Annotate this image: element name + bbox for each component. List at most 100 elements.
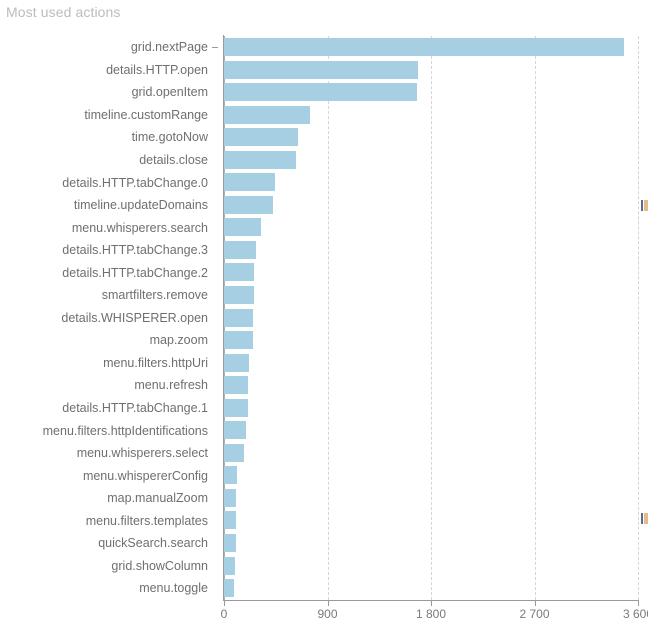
- y-axis-tick-label: menu.toggle: [0, 47, 218, 600]
- category-label: smartfilters.remove: [101, 288, 208, 303]
- x-axis-tick-mark: [327, 600, 329, 606]
- category-label: details.close: [139, 153, 208, 167]
- bar-row[interactable]: [224, 149, 648, 172]
- bar[interactable]: [224, 218, 262, 237]
- bar[interactable]: [224, 511, 236, 530]
- bar-row[interactable]: [224, 577, 648, 600]
- bar-row[interactable]: [224, 216, 648, 239]
- category-label: timeline.updateDomains: [73, 198, 208, 213]
- category-label: quickSearch.search: [98, 536, 208, 551]
- bar[interactable]: [224, 466, 237, 485]
- bar[interactable]: [224, 173, 276, 192]
- y-axis-tick-label: map.manualZoom: [0, 47, 218, 510]
- bar[interactable]: [224, 105, 311, 124]
- bar-row[interactable]: [224, 239, 648, 262]
- y-axis-tick-label: menu.refresh: [0, 47, 218, 397]
- y-axis-tick-label: grid.showColumn: [0, 47, 218, 578]
- category-label: map.manualZoom: [107, 491, 208, 506]
- bar-row[interactable]: [224, 374, 648, 397]
- bar[interactable]: [224, 353, 249, 372]
- y-axis-category-labels: grid.nextPage details.HTTP.open grid.openI…: [0, 36, 218, 600]
- bar-row[interactable]: [224, 352, 648, 375]
- y-axis-tick-label: map.zoom: [0, 47, 218, 352]
- bar-row[interactable]: [224, 59, 648, 82]
- bar-series: [224, 36, 648, 600]
- y-axis-tick-label: menu.whisperers.select: [0, 47, 218, 465]
- y-axis-tick-label: timeline.updateDomains: [0, 47, 218, 217]
- bar-row[interactable]: [224, 464, 648, 487]
- category-label: details.HTTP.tabChange.1: [62, 401, 208, 416]
- y-axis-line: [223, 35, 224, 601]
- edge-marker-bar-warm: [644, 200, 648, 211]
- y-axis-tick-label: menu.filters.templates: [0, 47, 218, 532]
- bar-row[interactable]: [224, 307, 648, 330]
- bar[interactable]: [224, 83, 418, 102]
- y-axis-tick-label: details.HTTP.tabChange.1: [0, 47, 218, 420]
- category-label: grid.showColumn: [111, 558, 208, 573]
- bar-row[interactable]: [224, 261, 648, 284]
- category-label: menu.whisperers.search: [71, 220, 208, 235]
- bar[interactable]: [224, 556, 235, 575]
- category-label: grid.openItem: [131, 85, 208, 100]
- bar-row[interactable]: [224, 126, 648, 149]
- bar-row[interactable]: [224, 104, 648, 127]
- bar[interactable]: [224, 308, 254, 327]
- bar-row[interactable]: [224, 36, 648, 59]
- y-axis-tick-label: menu.whispererConfig: [0, 47, 218, 487]
- bar[interactable]: [224, 331, 253, 350]
- bar-row[interactable]: [224, 397, 648, 420]
- bar[interactable]: [224, 443, 245, 462]
- x-axis-tick-label: 0: [220, 607, 228, 621]
- category-label: menu.filters.httpUri: [103, 355, 208, 370]
- bar-row[interactable]: [224, 194, 648, 217]
- y-axis-tick-label: menu.filters.httpIdentifications: [0, 47, 218, 442]
- y-axis-tick-label: quickSearch.search: [0, 47, 218, 555]
- category-label: details.HTTP.open: [106, 62, 208, 77]
- bar-row[interactable]: [224, 329, 648, 352]
- y-axis-tick-label: grid.nextPage: [0, 36, 218, 59]
- bar[interactable]: [224, 398, 248, 417]
- y-axis-tick-label: grid.openItem: [0, 47, 218, 104]
- category-label: time.gotoNow: [131, 130, 208, 145]
- chart-title: Most used actions: [6, 4, 121, 20]
- bar-row[interactable]: [224, 171, 648, 194]
- bar-row[interactable]: [224, 532, 648, 555]
- y-axis-tick-label: details.WHISPERER.open: [0, 47, 218, 330]
- bar[interactable]: [224, 263, 255, 282]
- bar[interactable]: [224, 195, 274, 214]
- bar[interactable]: [224, 150, 296, 169]
- y-axis-tick-label: timeline.customRange: [0, 47, 218, 127]
- bar[interactable]: [224, 240, 257, 259]
- category-label: timeline.customRange: [84, 107, 208, 122]
- y-axis-tick-label: details.HTTP.tabChange.3: [0, 47, 218, 262]
- category-label: details.HTTP.tabChange.0: [62, 175, 208, 190]
- bar-row[interactable]: [224, 419, 648, 442]
- category-label: grid.nextPage: [130, 40, 208, 55]
- bar[interactable]: [224, 128, 299, 147]
- bar-row[interactable]: [224, 284, 648, 307]
- category-label: menu.filters.httpIdentifications: [42, 423, 208, 438]
- bar-row[interactable]: [224, 555, 648, 578]
- category-label: menu.toggle: [139, 581, 208, 596]
- bar[interactable]: [224, 38, 625, 56]
- y-axis-tick-label: smartfilters.remove: [0, 47, 218, 307]
- bar[interactable]: [224, 60, 419, 79]
- edge-marker-bar-dark: [641, 200, 643, 211]
- category-label: map.zoom: [149, 333, 208, 348]
- bar[interactable]: [224, 376, 249, 395]
- bar[interactable]: [224, 286, 254, 305]
- bar[interactable]: [224, 421, 247, 440]
- bar[interactable]: [224, 488, 237, 507]
- bar-row[interactable]: [224, 487, 648, 510]
- x-axis-tick-mark: [534, 600, 536, 606]
- category-label: details.HTTP.tabChange.3: [62, 243, 208, 258]
- y-axis-tick-label: time.gotoNow: [0, 47, 218, 149]
- bar-row[interactable]: [224, 509, 648, 532]
- bar-row[interactable]: [224, 442, 648, 465]
- category-label: menu.whispererConfig: [82, 468, 208, 483]
- bar-row[interactable]: [224, 81, 648, 104]
- bar[interactable]: [224, 579, 235, 598]
- bar[interactable]: [224, 534, 236, 553]
- y-axis-tick-label: details.HTTP.tabChange.0: [0, 47, 218, 194]
- edge-marker-bar-warm: [644, 513, 648, 524]
